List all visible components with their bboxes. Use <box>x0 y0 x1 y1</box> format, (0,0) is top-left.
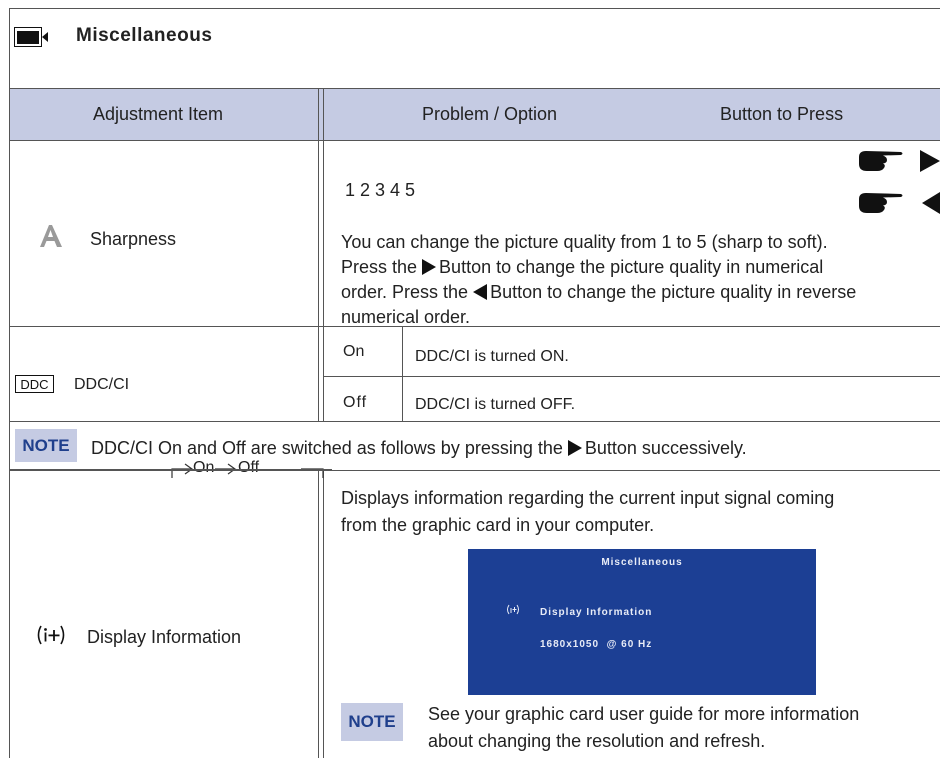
sharpness-values: 1 2 3 4 5 <box>345 180 416 200</box>
arrow-left-icon <box>920 190 940 216</box>
display-info-label: Display Information <box>87 627 242 647</box>
note-badge: NOTE <box>341 703 403 741</box>
sharpness-desc-line1: You can change the picture quality from … <box>341 232 828 252</box>
header-problem-option: Problem / Option <box>422 104 558 124</box>
ddcci-on-desc: DDC/CI is turned ON. <box>415 348 569 365</box>
information-icon <box>35 624 67 646</box>
osd-title: Miscellaneous <box>601 557 683 568</box>
osd-info-icon <box>506 604 520 615</box>
display-info-note-line2: about changing the resolution and refres… <box>428 731 766 751</box>
sharpness-desc-line2: Press the Button to change the picture qu… <box>341 257 824 277</box>
cycle-off-label: Off <box>238 459 260 476</box>
arrow-left-icon <box>473 284 488 300</box>
monitor-menu-icon <box>14 27 48 47</box>
sharpness-a-icon <box>38 224 64 248</box>
ddcci-on-option: On <box>343 343 365 360</box>
header-adjustment-item: Adjustment Item <box>93 104 224 124</box>
hand-pointer-right-icon <box>857 190 905 216</box>
cycle-on-label: On <box>193 459 215 476</box>
arrow-right-icon <box>567 440 582 456</box>
display-info-desc-line2: from the graphic card in your computer. <box>341 515 655 535</box>
sharpness-description: You can change the picture quality from … <box>341 230 940 330</box>
arrow-right-icon <box>918 148 940 174</box>
display-info-note-line1: See your graphic card user guide for mor… <box>428 704 860 724</box>
note-badge: NOTE <box>15 429 77 462</box>
sharpness-label: Sharpness <box>90 229 177 249</box>
osd-preview: Miscellaneous Display Information 1680x1… <box>468 549 816 695</box>
ddcci-off-option: Off <box>343 394 368 411</box>
osd-resolution: 1680x1050 @ 60 Hz <box>540 639 653 650</box>
ddcci-off-desc: DDC/CI is turned OFF. <box>415 396 576 413</box>
osd-item-label: Display Information <box>540 607 653 618</box>
display-info-desc-line1: Displays information regarding the curre… <box>341 488 835 508</box>
note1-text: DDC/CI On and Off are switched as follow… <box>91 438 747 458</box>
header-button-to-press: Button to Press <box>720 104 844 124</box>
section-title: Miscellaneous <box>76 25 213 46</box>
sharpness-desc-line3: order. Press the Button to change the pic… <box>341 282 857 302</box>
hand-pointer-right-icon <box>857 148 905 174</box>
ddc-icon-text: DDC <box>20 377 48 392</box>
ddcci-label: DDC/CI <box>74 376 130 393</box>
ddc-icon: DDC <box>15 374 55 394</box>
arrow-right-icon <box>422 259 437 275</box>
